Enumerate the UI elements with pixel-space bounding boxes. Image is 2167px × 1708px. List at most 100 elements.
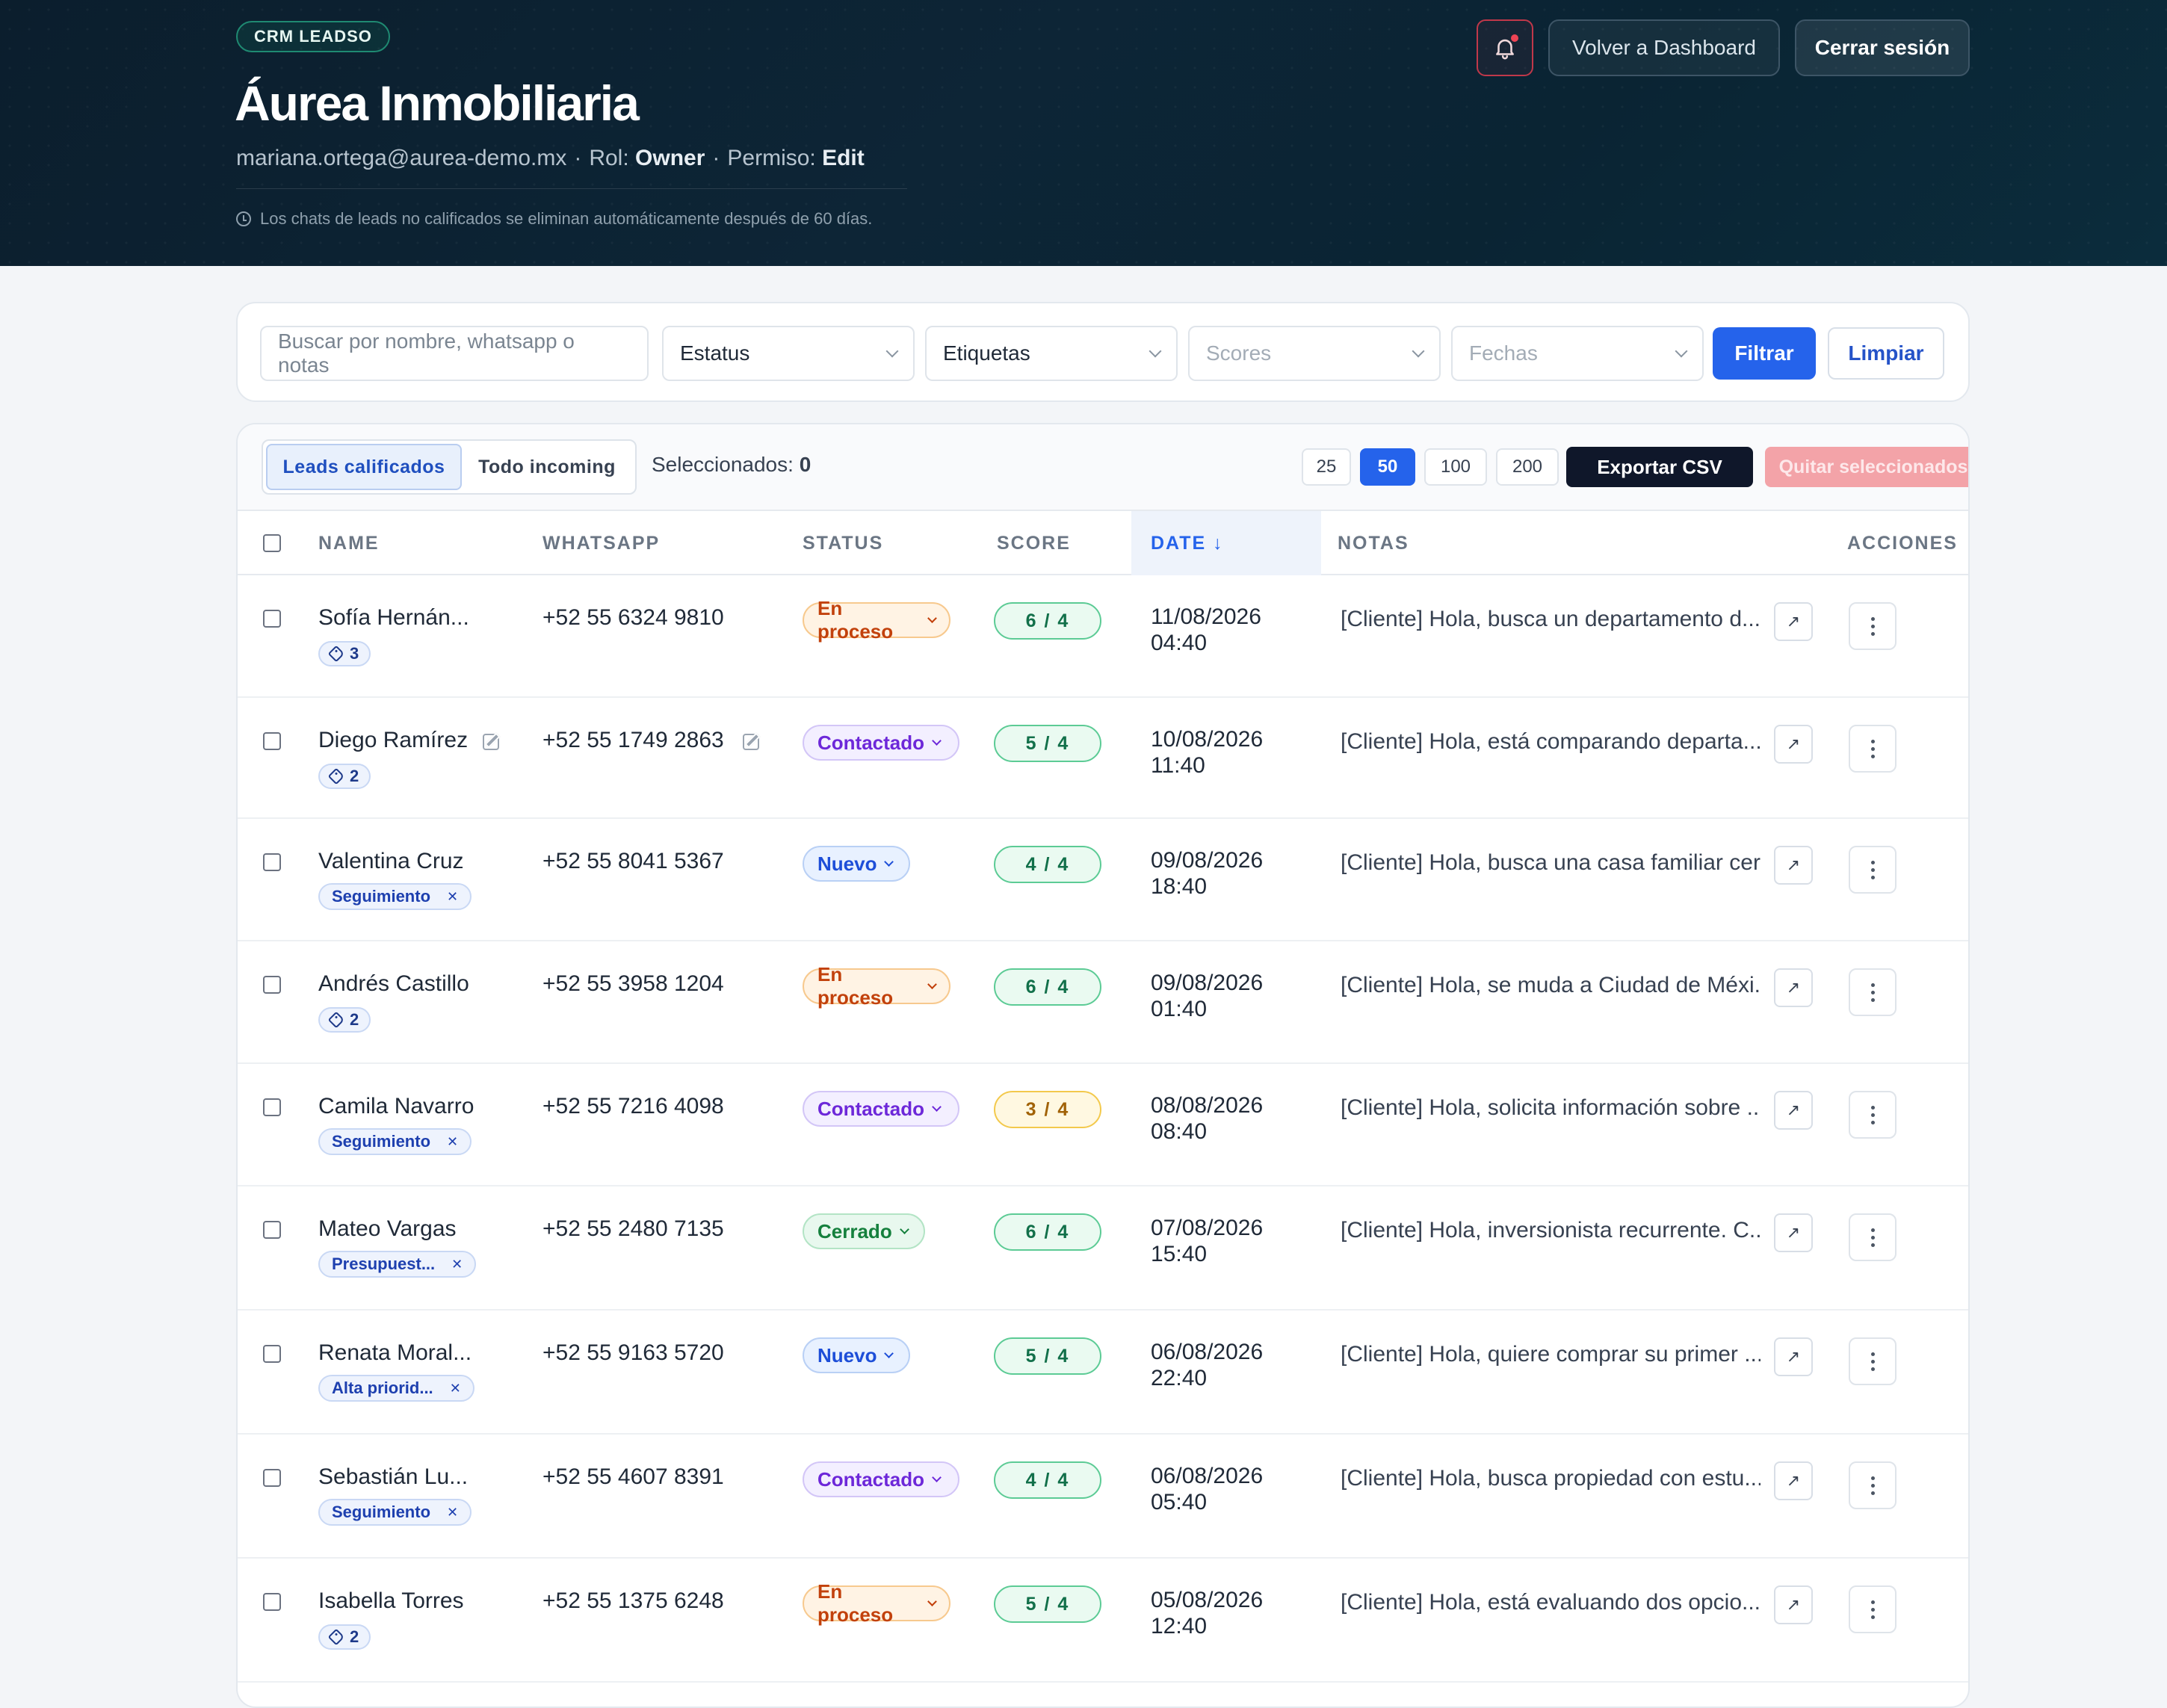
open-chat-button[interactable]: ↗ <box>1774 725 1813 764</box>
row-actions-button[interactable] <box>1849 602 1896 650</box>
lead-name[interactable]: Sebastián Lu... <box>318 1464 468 1490</box>
column-score[interactable]: SCORE <box>997 511 1071 575</box>
status-dropdown[interactable]: En proceso <box>803 597 950 643</box>
lead-name[interactable]: Andrés Castillo <box>318 971 469 997</box>
logout-button[interactable]: Cerrar sesión <box>1795 19 1970 76</box>
table-row[interactable]: Sofía Hernán... 3 +52 55 6324 9810 En proce… <box>238 575 1968 698</box>
lead-name[interactable]: Diego Ramírez <box>318 728 468 753</box>
table-row[interactable]: Sebastián Lu... Seguimiento ✕ +52 55 4607 8… <box>238 1435 1968 1559</box>
remove-tag-icon[interactable]: ✕ <box>447 889 458 905</box>
lead-whatsapp: +52 55 2480 7135 <box>542 1216 724 1241</box>
dates-filter[interactable]: Fechas <box>1451 326 1704 381</box>
lead-date: 09/08/2026 18:40 <box>1151 848 1264 899</box>
external-link-icon: ↗ <box>1786 612 1801 631</box>
row-actions-button[interactable] <box>1849 1337 1896 1385</box>
edit-name-icon[interactable] <box>483 734 499 750</box>
column-whatsapp[interactable]: WHATSAPP <box>542 511 660 575</box>
tags-filter[interactable]: Etiquetas <box>925 326 1178 381</box>
chevron-down-icon <box>884 856 894 867</box>
tag-count-badge[interactable]: 2 <box>318 1624 371 1650</box>
column-notes[interactable]: NOTAS <box>1338 511 1409 575</box>
open-chat-button[interactable]: ↗ <box>1774 602 1813 641</box>
row-checkbox[interactable] <box>263 1593 281 1611</box>
notifications-button[interactable] <box>1477 19 1533 76</box>
row-checkbox[interactable] <box>263 1469 281 1487</box>
row-actions-button[interactable] <box>1849 846 1896 894</box>
remove-tag-icon[interactable]: ✕ <box>450 1381 461 1396</box>
lead-tag: Seguimiento ✕ <box>318 883 472 910</box>
page-size-25[interactable]: 25 <box>1302 448 1351 486</box>
row-actions-button[interactable] <box>1849 1585 1896 1633</box>
column-date[interactable]: DATE ↓ <box>1131 511 1321 575</box>
column-name[interactable]: NAME <box>318 511 380 575</box>
page-size-50[interactable]: 50 <box>1360 448 1415 486</box>
score-badge: 5 / 4 <box>994 1337 1101 1375</box>
status-dropdown[interactable]: Nuevo <box>803 846 910 882</box>
page-size-200[interactable]: 200 <box>1496 448 1559 486</box>
remove-tag-icon[interactable]: ✕ <box>447 1505 458 1520</box>
lead-name[interactable]: Camila Navarro <box>318 1094 474 1119</box>
tag-count-badge[interactable]: 3 <box>318 641 371 666</box>
edit-phone-icon[interactable] <box>743 734 759 750</box>
table-row[interactable]: Renata Moral... Alta priorid... ✕ +52 55 91… <box>238 1311 1968 1435</box>
lead-name[interactable]: Valentina Cruz <box>318 849 464 874</box>
open-chat-button[interactable]: ↗ <box>1774 1091 1813 1130</box>
tag-count-badge[interactable]: 2 <box>318 764 371 789</box>
select-all-checkbox[interactable] <box>263 534 281 552</box>
status-dropdown[interactable]: En proceso <box>803 1580 950 1626</box>
page-size-100[interactable]: 100 <box>1424 448 1487 486</box>
status-dropdown[interactable]: Contactado <box>803 1091 959 1127</box>
tab-qualified-leads[interactable]: Leads calificados <box>266 444 462 490</box>
back-to-dashboard-button[interactable]: Volver a Dashboard <box>1548 19 1780 76</box>
lead-notes: [Cliente] Hola, busca una casa familiar … <box>1341 850 1761 875</box>
export-csv-button[interactable]: Exportar CSV <box>1566 447 1753 487</box>
lead-name[interactable]: Renata Moral... <box>318 1340 472 1366</box>
open-chat-button[interactable]: ↗ <box>1774 968 1813 1007</box>
remove-tag-icon[interactable]: ✕ <box>451 1257 463 1272</box>
row-checkbox[interactable] <box>263 853 281 871</box>
lead-name[interactable]: Sofía Hernán... <box>318 605 469 631</box>
row-checkbox[interactable] <box>263 732 281 750</box>
apply-filter-button[interactable]: Filtrar <box>1713 327 1816 380</box>
row-actions-button[interactable] <box>1849 725 1896 773</box>
open-chat-button[interactable]: ↗ <box>1774 1337 1813 1376</box>
remove-selected-button[interactable]: Quitar seleccionados <box>1765 447 1968 487</box>
row-checkbox[interactable] <box>263 1345 281 1363</box>
external-link-icon: ↗ <box>1786 1347 1801 1366</box>
scores-filter[interactable]: Scores <box>1188 326 1441 381</box>
status-dropdown[interactable]: Nuevo <box>803 1337 910 1373</box>
search-input[interactable]: Buscar por nombre, whatsapp o notas <box>260 326 649 381</box>
table-row[interactable]: Camila Navarro Seguimiento ✕ +52 55 7216 40… <box>238 1064 1968 1186</box>
row-checkbox[interactable] <box>263 976 281 994</box>
tab-all-incoming[interactable]: Todo incoming <box>462 444 632 490</box>
tag-count-badge[interactable]: 2 <box>318 1007 371 1033</box>
open-chat-button[interactable]: ↗ <box>1774 1585 1813 1624</box>
row-checkbox[interactable] <box>263 1221 281 1239</box>
status-dropdown[interactable]: Contactado <box>803 725 959 761</box>
table-row[interactable]: Andrés Castillo 2 +52 55 3958 1204 En proce… <box>238 941 1968 1064</box>
clear-filter-button[interactable]: Limpiar <box>1828 327 1944 380</box>
row-checkbox[interactable] <box>263 610 281 628</box>
lead-name[interactable]: Isabella Torres <box>318 1588 464 1614</box>
status-dropdown[interactable]: Contactado <box>803 1461 959 1497</box>
open-chat-button[interactable]: ↗ <box>1774 1213 1813 1252</box>
row-checkbox[interactable] <box>263 1098 281 1116</box>
column-status[interactable]: STATUS <box>803 511 883 575</box>
external-link-icon: ↗ <box>1786 978 1801 997</box>
row-actions-button[interactable] <box>1849 1091 1896 1139</box>
table-row[interactable]: Isabella Torres 2 +52 55 1375 6248 En proce… <box>238 1559 1968 1683</box>
status-filter[interactable]: Estatus <box>662 326 915 381</box>
status-dropdown[interactable]: Cerrado <box>803 1213 925 1249</box>
retention-notice: Los chats de leads no calificados se eli… <box>236 209 872 229</box>
status-dropdown[interactable]: En proceso <box>803 963 950 1009</box>
row-actions-button[interactable] <box>1849 1461 1896 1509</box>
remove-tag-icon[interactable]: ✕ <box>447 1134 458 1150</box>
table-row[interactable]: Diego Ramírez 2 +52 55 1749 2863 Contactado… <box>238 698 1968 819</box>
row-actions-button[interactable] <box>1849 1213 1896 1261</box>
table-row[interactable]: Mateo Vargas Presupuest... ✕ +52 55 2480 71… <box>238 1186 1968 1311</box>
row-actions-button[interactable] <box>1849 968 1896 1016</box>
lead-name[interactable]: Mateo Vargas <box>318 1216 457 1242</box>
table-row[interactable]: Valentina Cruz Seguimiento ✕ +52 55 8041 53… <box>238 819 1968 941</box>
open-chat-button[interactable]: ↗ <box>1774 1461 1813 1500</box>
open-chat-button[interactable]: ↗ <box>1774 846 1813 885</box>
